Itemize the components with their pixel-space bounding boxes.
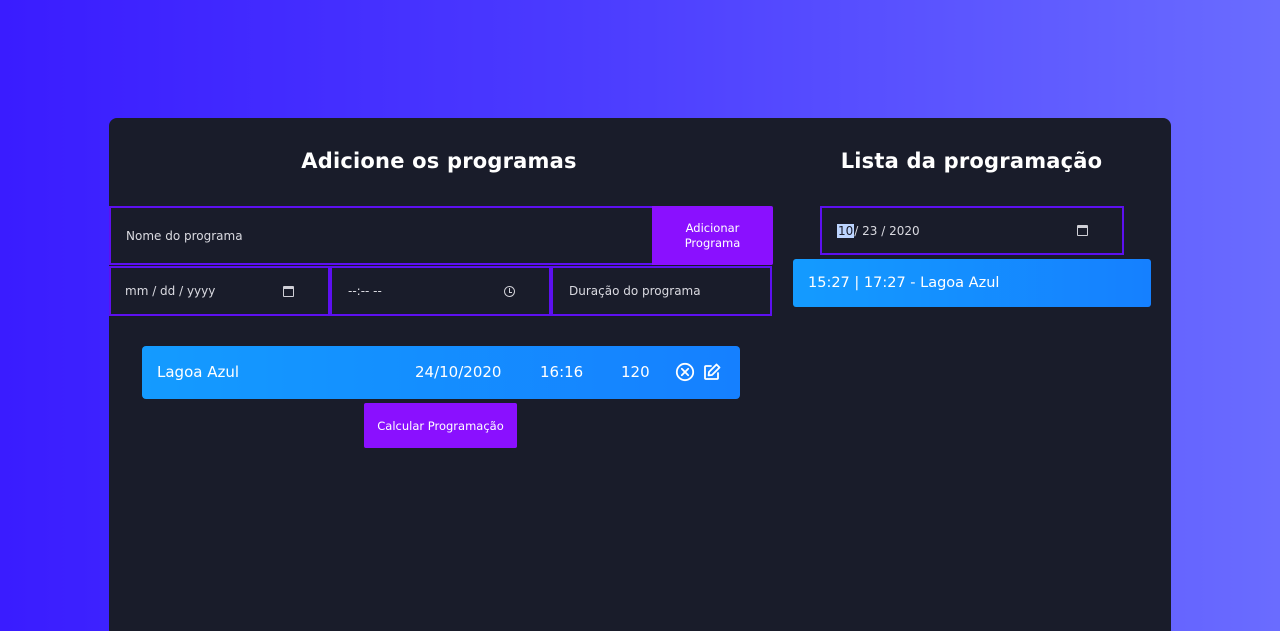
program-duration: 120	[621, 363, 650, 381]
calendar-icon[interactable]	[1077, 225, 1088, 236]
calendar-icon[interactable]	[283, 285, 294, 297]
program-time-input[interactable]: --:-- --	[330, 266, 551, 316]
schedule-date-value: 10/ 23 / 2020	[837, 223, 920, 238]
clock-icon[interactable]	[504, 285, 515, 297]
calculate-schedule-label: Calcular Programação	[377, 418, 504, 433]
program-name-input[interactable]: Nome do programa	[109, 206, 654, 265]
program-name-placeholder: Nome do programa	[126, 228, 243, 243]
add-programs-title: Adicione os programas	[301, 149, 577, 173]
schedule-item: 15:27 | 17:27 - Lagoa Azul	[793, 259, 1151, 307]
close-circle-icon[interactable]	[674, 361, 696, 383]
schedule-list-title: Lista da programação	[840, 149, 1103, 173]
program-name: Lagoa Azul	[157, 363, 240, 381]
add-program-button[interactable]: Adicionar Programa	[652, 206, 773, 265]
calculate-schedule-button[interactable]: Calcular Programação	[364, 403, 517, 448]
add-program-label: Adicionar Programa	[684, 220, 741, 250]
program-duration-input[interactable]: Duração do programa	[551, 266, 772, 316]
schedule-date-input[interactable]: 10/ 23 / 2020	[820, 206, 1124, 255]
program-time: 16:16	[540, 363, 584, 381]
program-date: 24/10/2020	[415, 363, 502, 381]
date-placeholder: mm / dd / yyyy	[125, 284, 216, 298]
duration-placeholder: Duração do programa	[569, 284, 701, 298]
time-placeholder: --:-- --	[348, 284, 382, 298]
schedule-date-rest: / 23 / 2020	[854, 223, 920, 238]
schedule-item-text: 15:27 | 17:27 - Lagoa Azul	[808, 275, 1000, 291]
main-card: Adicione os programas Lista da programaç…	[109, 118, 1171, 631]
program-date-input[interactable]: mm / dd / yyyy	[109, 266, 330, 316]
schedule-date-month: 10	[837, 223, 855, 238]
program-row: Lagoa Azul 24/10/2020 16:16 120	[142, 346, 740, 399]
edit-icon[interactable]	[701, 361, 723, 383]
